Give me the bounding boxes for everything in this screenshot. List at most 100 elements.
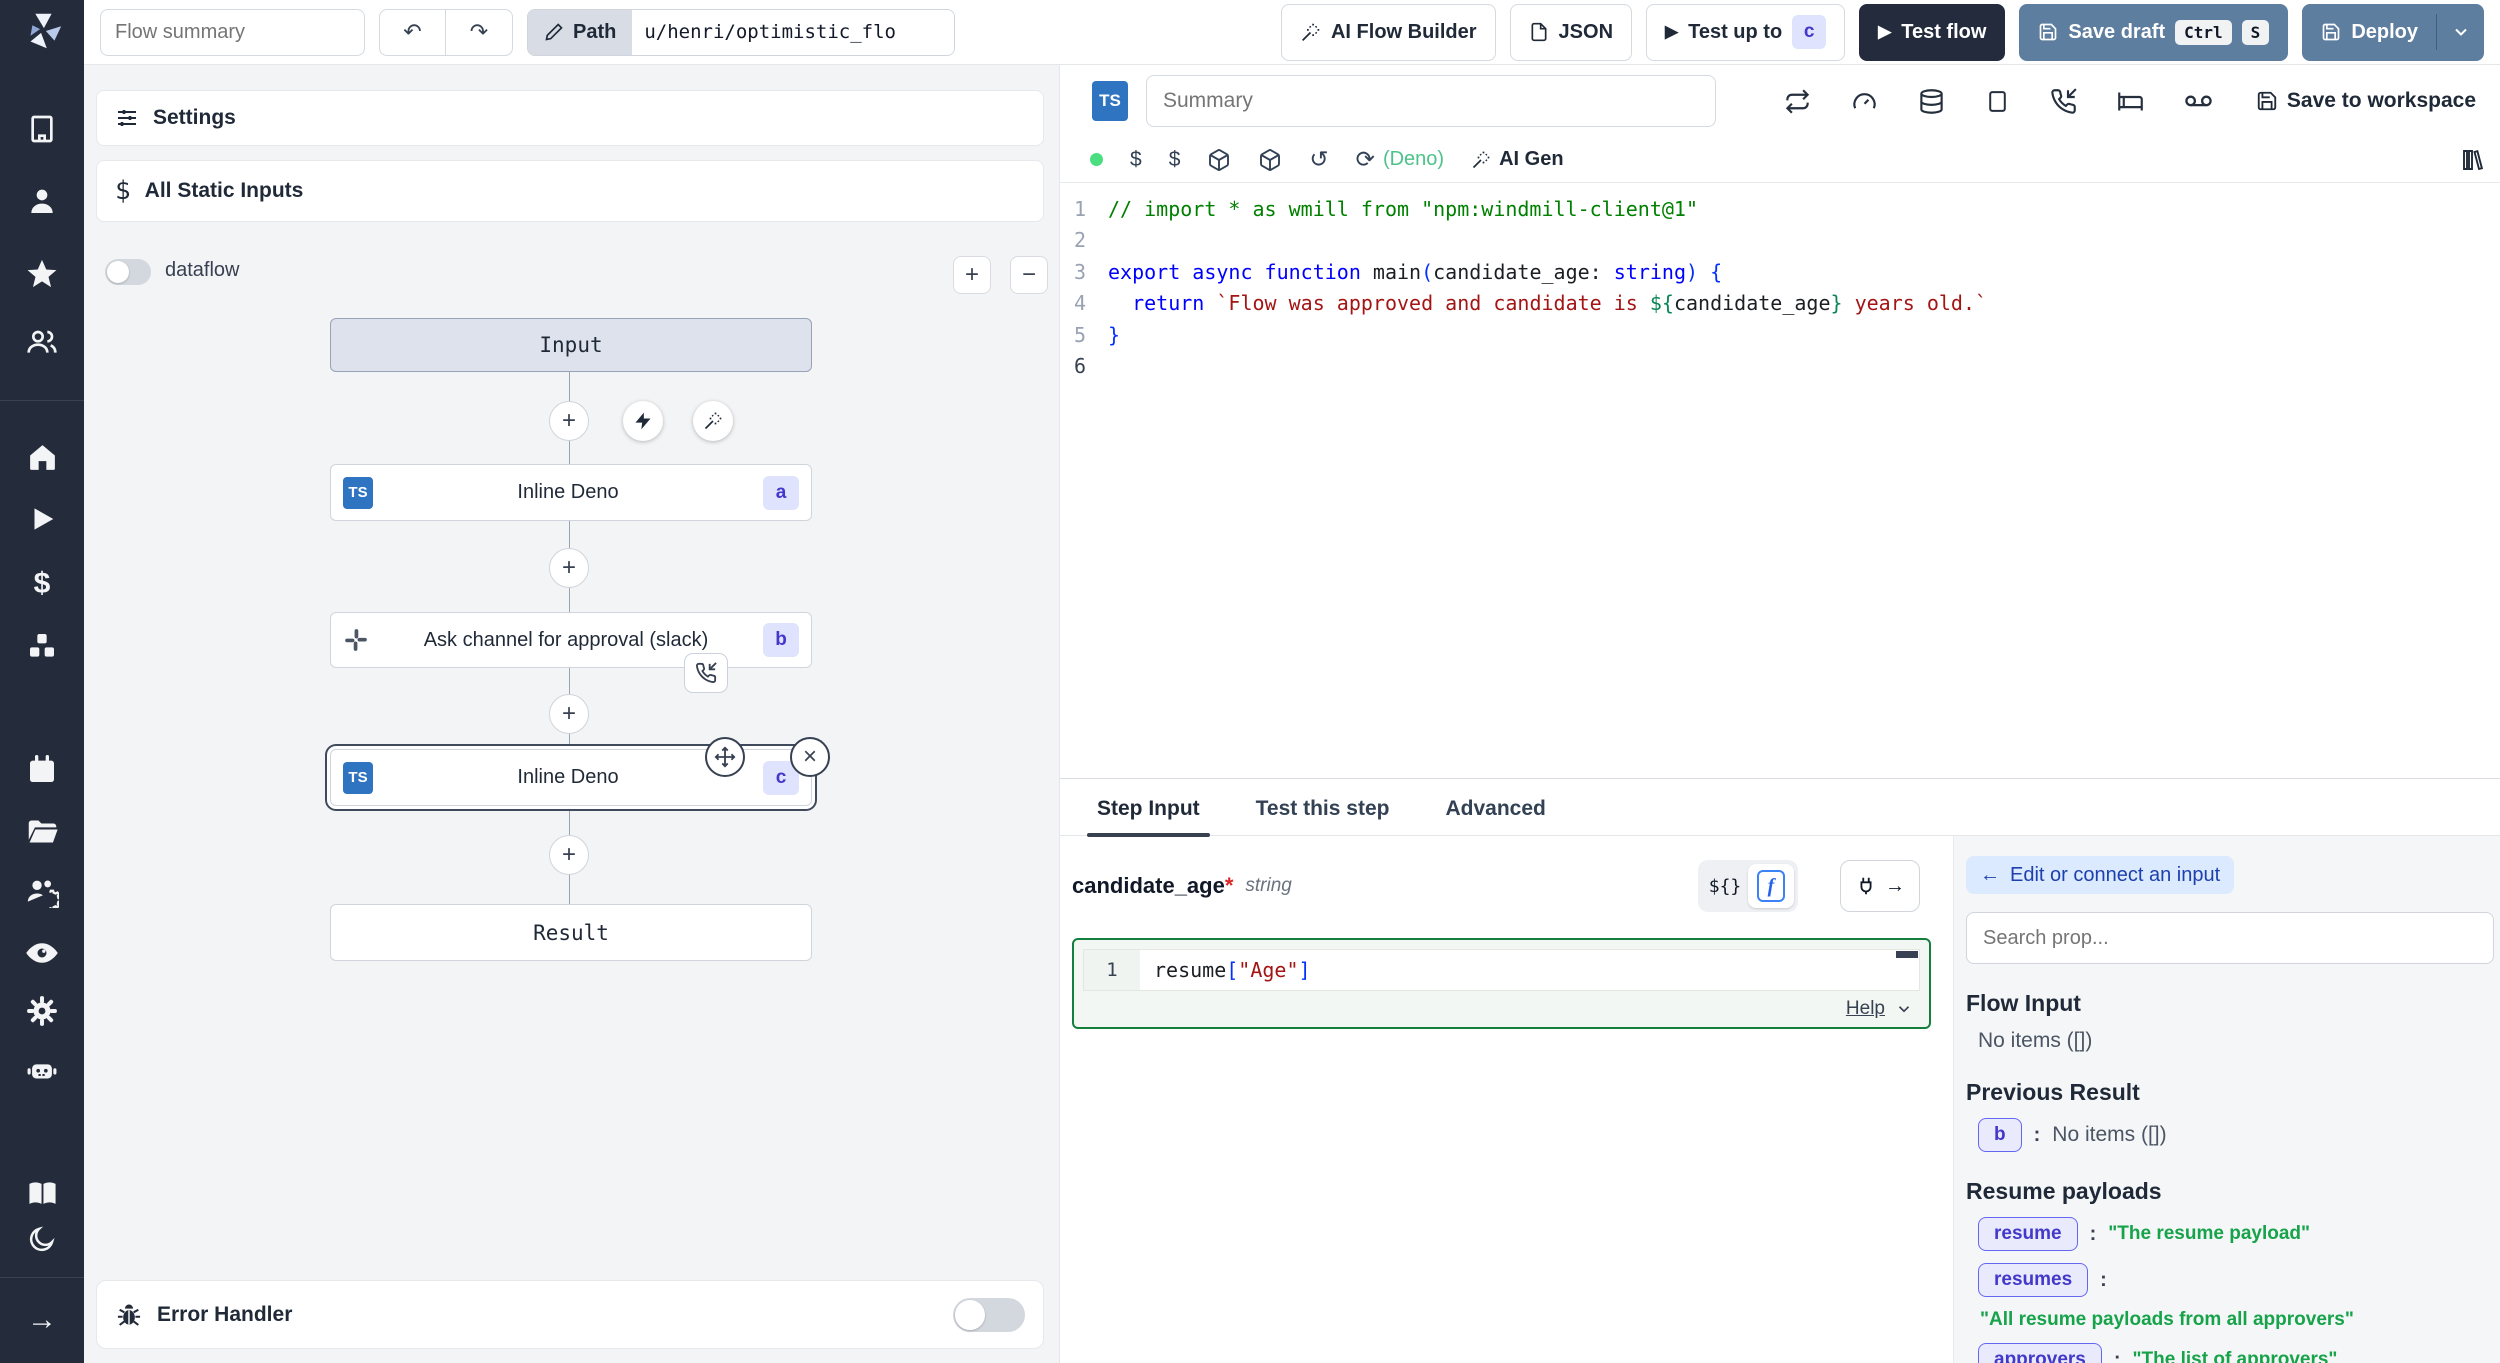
- edit-or-connect-button[interactable]: ← Edit or connect an input: [1966, 856, 2234, 894]
- tab-step-input[interactable]: Step Input: [1097, 797, 1200, 835]
- workspace-icon[interactable]: [0, 113, 84, 145]
- chevron-down-icon[interactable]: [2451, 22, 2471, 42]
- tab-test-this-step[interactable]: Test this step: [1256, 797, 1390, 835]
- step-summary-input[interactable]: [1146, 75, 1716, 127]
- timeout-gauge-icon[interactable]: [1851, 88, 1878, 115]
- prop-pill-resume[interactable]: resume: [1978, 1217, 2078, 1251]
- undo-button[interactable]: ↶: [380, 10, 446, 55]
- reset-refresh-icon[interactable]: ⟳: [1356, 146, 1375, 173]
- audit-eye-icon[interactable]: [0, 935, 84, 971]
- delete-node-button[interactable]: ×: [790, 737, 830, 777]
- settings-gear-icon[interactable]: [0, 994, 84, 1028]
- windmill-logo-icon[interactable]: [0, 8, 84, 54]
- expression-editor[interactable]: 1 resume["Age"] Help: [1072, 938, 1931, 1029]
- sleep-bed-icon[interactable]: [2117, 88, 2144, 115]
- ai-flow-builder-button[interactable]: AI Flow Builder: [1281, 4, 1496, 61]
- flow-settings-button[interactable]: Settings: [96, 90, 1044, 146]
- dark-mode-moon-icon[interactable]: [0, 1224, 84, 1254]
- path-label: Path: [573, 21, 616, 44]
- save-draft-button[interactable]: Save draft Ctrl S: [2019, 4, 2288, 61]
- code-line[interactable]: 1// import * as wmill from "npm:windmill…: [1060, 193, 2500, 225]
- home-icon[interactable]: [0, 441, 84, 474]
- trigger-bolt-button[interactable]: [623, 401, 663, 441]
- deploy-button[interactable]: Deploy: [2302, 4, 2484, 61]
- save-to-workspace-button[interactable]: Save to workspace: [2256, 89, 2476, 113]
- runs-play-icon[interactable]: [0, 504, 84, 534]
- insert-step-button[interactable]: +: [549, 835, 589, 875]
- step-tabs: Step Input Test this step Advanced: [1060, 779, 2500, 836]
- connect-input-button[interactable]: →: [1840, 860, 1920, 912]
- flow-summary-input[interactable]: [100, 9, 365, 56]
- zoom-out-button[interactable]: −: [1010, 256, 1048, 294]
- editor-toolbar: $ $ ↺ ⟳ (Deno) AI Gen: [1060, 137, 2500, 183]
- collapse-arrow-right-icon[interactable]: →: [0, 1303, 84, 1337]
- concurrency-voicemail-icon[interactable]: [2184, 87, 2213, 116]
- path-button[interactable]: Path: [528, 10, 632, 55]
- insert-step-button[interactable]: +: [549, 548, 589, 588]
- docs-book-icon[interactable]: [0, 1177, 84, 1210]
- folders-icon[interactable]: [0, 815, 84, 848]
- code-line[interactable]: 3export async function main(candidate_ag…: [1060, 256, 2500, 288]
- test-up-to-step-badge: c: [1792, 15, 1826, 49]
- test-flow-button[interactable]: ▶ Test flow: [1859, 4, 2005, 61]
- chevron-down-icon[interactable]: [1895, 1000, 1913, 1018]
- favorites-star-icon[interactable]: [0, 257, 84, 291]
- test-up-to-button[interactable]: ▶ Test up to c: [1646, 4, 1845, 61]
- prop-pill-resumes[interactable]: resumes: [1978, 1263, 2088, 1297]
- flow-node-input[interactable]: Input: [330, 318, 812, 372]
- dollar-icon: $: [115, 176, 131, 206]
- dataflow-toggle[interactable]: [105, 259, 151, 285]
- schedules-calendar-icon[interactable]: [0, 754, 84, 786]
- library-icon[interactable]: [2460, 148, 2484, 172]
- step-config-section: Step Input Test this step Advanced candi…: [1060, 778, 2500, 1363]
- history-icon[interactable]: ↺: [1309, 146, 1328, 173]
- user-icon[interactable]: [0, 185, 84, 217]
- ai-gen-button[interactable]: AI Gen: [1471, 148, 1563, 171]
- all-static-inputs-button[interactable]: $ All Static Inputs: [96, 160, 1044, 222]
- code-editor[interactable]: 1// import * as wmill from "npm:windmill…: [1060, 183, 2500, 778]
- zoom-in-button[interactable]: +: [953, 256, 991, 294]
- expr-mode-button[interactable]: ${}: [1702, 876, 1748, 897]
- help-link[interactable]: Help: [1846, 998, 1885, 1020]
- code-line[interactable]: 4 return `Flow was approved and candidat…: [1060, 288, 2500, 320]
- prop-pill-approvers[interactable]: approvers: [1978, 1343, 2102, 1363]
- json-button[interactable]: JSON: [1510, 4, 1632, 61]
- step-toolbar-icons: [1784, 87, 2213, 116]
- insert-step-button[interactable]: +: [549, 694, 589, 734]
- assets-dollar-icon[interactable]: $: [1130, 148, 1142, 172]
- expr-code[interactable]: resume["Age"]: [1140, 958, 1311, 982]
- tab-advanced[interactable]: Advanced: [1445, 797, 1545, 835]
- code-line[interactable]: 6: [1060, 351, 2500, 383]
- package-cube-icon[interactable]: [1207, 148, 1231, 172]
- sidebar-divider: [0, 1277, 84, 1278]
- code-line[interactable]: 2: [1060, 225, 2500, 257]
- suspend-phone-incoming-icon[interactable]: [2050, 88, 2077, 115]
- variables-dollar-icon[interactable]: $: [0, 567, 84, 601]
- flow-node-b[interactable]: Ask channel for approval (slack) b: [330, 612, 812, 668]
- flow-node-a[interactable]: TS Inline Deno a: [330, 464, 812, 521]
- groups-icon[interactable]: [0, 326, 84, 358]
- move-node-button[interactable]: [705, 737, 745, 777]
- connect-mode-button[interactable]: f: [1748, 864, 1794, 908]
- ai-robot-icon[interactable]: [0, 1053, 84, 1087]
- workers-users-gear-icon[interactable]: [0, 874, 84, 908]
- flow-node-result[interactable]: Result: [330, 904, 812, 961]
- prop-pill-b[interactable]: b: [1978, 1118, 2022, 1152]
- mock-square-icon[interactable]: [1985, 89, 2010, 114]
- search-prop-input[interactable]: [1966, 912, 2494, 964]
- insert-step-button[interactable]: +: [549, 401, 589, 441]
- editor-scrollbar-thumb[interactable]: [1896, 951, 1918, 958]
- redo-button[interactable]: ↷: [446, 10, 512, 55]
- code-line[interactable]: 5}: [1060, 319, 2500, 351]
- path-input[interactable]: [632, 10, 954, 55]
- cache-database-icon[interactable]: [1918, 88, 1945, 115]
- resources-boxes-icon[interactable]: [0, 630, 84, 662]
- summary-row: TS Save to wor: [1060, 65, 2500, 137]
- error-handler-toggle[interactable]: [953, 1298, 1025, 1332]
- ai-wand-button[interactable]: [693, 401, 733, 441]
- package-cube-icon[interactable]: [1258, 148, 1282, 172]
- error-handler-card[interactable]: Error Handler: [96, 1280, 1044, 1349]
- variables-dollar-icon[interactable]: $: [1169, 148, 1181, 172]
- flow-settings-label: Settings: [153, 106, 236, 130]
- retry-repeat-icon[interactable]: [1784, 88, 1811, 115]
